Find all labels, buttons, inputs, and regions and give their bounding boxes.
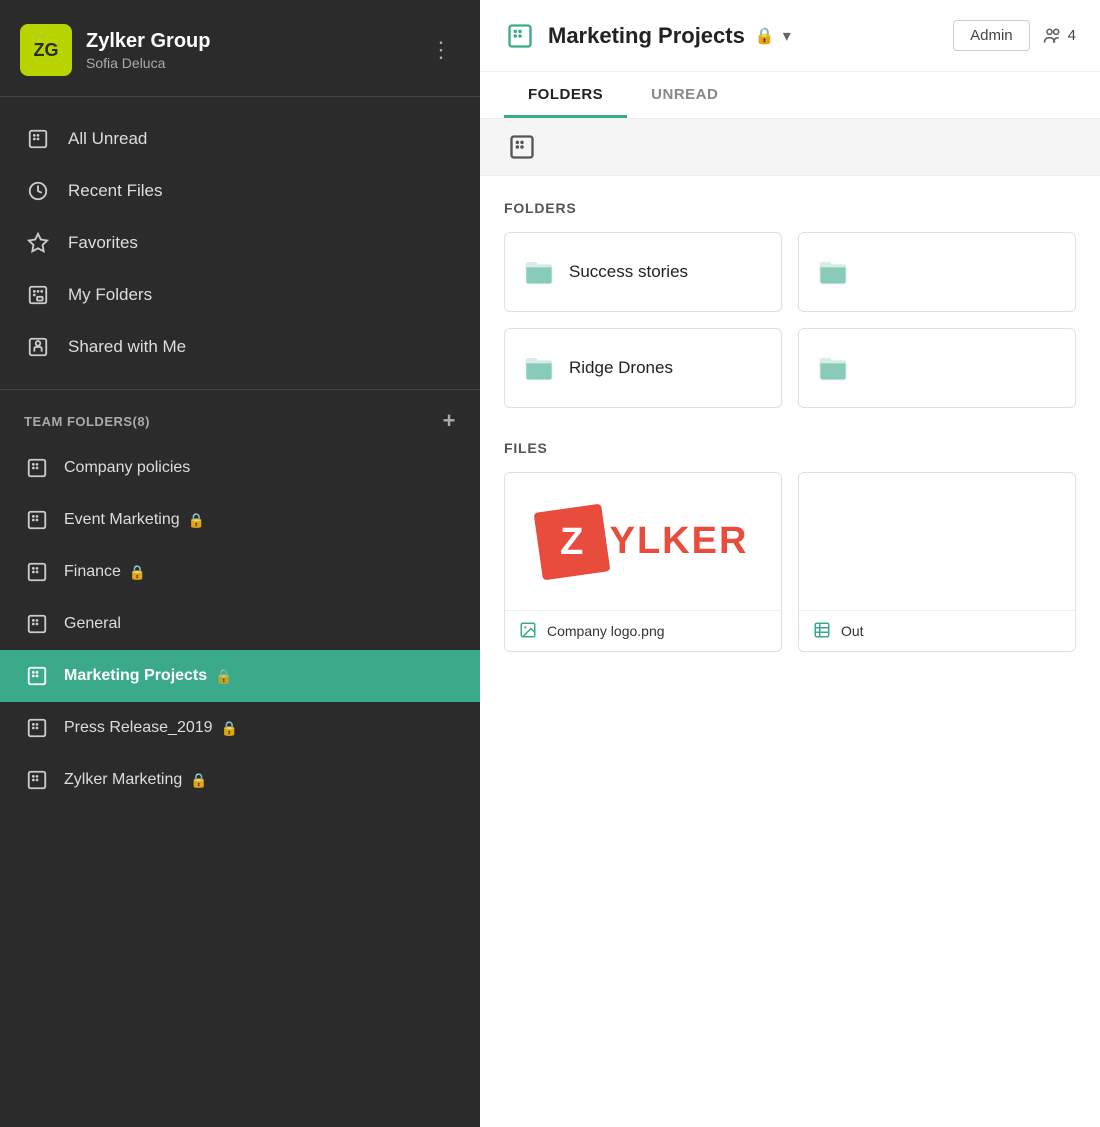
file-name-bar-2: Out [799, 610, 1075, 651]
file-thumbnail: Z YLKER [505, 473, 781, 610]
zylker-z-letter: Z [560, 520, 583, 563]
company-policies-label: Company policies [64, 459, 190, 477]
team-folder-icon-active [24, 663, 50, 689]
lock-icon: 🔒 [188, 512, 205, 529]
content-area: FOLDERS Success stories [480, 176, 1100, 1127]
folder-card-2[interactable] [798, 232, 1076, 312]
file-2-name: Out [841, 623, 864, 639]
marketing-projects-label: Marketing Projects [64, 667, 207, 685]
page-title: Marketing Projects [548, 23, 745, 49]
zylker-logo: Z YLKER [538, 508, 749, 576]
folder-card-icon [523, 256, 555, 288]
lock-icon: 🔒 [221, 720, 238, 737]
folder-card-ridge-drones[interactable]: Ridge Drones [504, 328, 782, 408]
press-release-label: Press Release_2019 [64, 719, 213, 737]
lock-icon: 🔒 [129, 564, 146, 581]
team-folder-icon [24, 507, 50, 533]
file-name-bar: Company logo.png [505, 610, 781, 651]
folders-grid: Success stories Ridge [504, 232, 1076, 408]
star-icon [24, 229, 52, 257]
sidebar-item-marketing-projects[interactable]: Marketing Projects 🔒 [0, 650, 480, 702]
inbox-icon [24, 125, 52, 153]
main-header: Marketing Projects 🔒 ▾ Admin 4 [480, 0, 1100, 72]
zylker-z-box: Z [533, 503, 610, 580]
folder-card-4[interactable] [798, 328, 1076, 408]
shared-icon [24, 333, 52, 361]
shared-with-me-label: Shared with Me [68, 337, 186, 357]
team-folder-icon [24, 455, 50, 481]
file-card-company-logo[interactable]: Z YLKER Company logo.png [504, 472, 782, 652]
general-label: General [64, 615, 121, 633]
workspace-name: Zylker Group [86, 30, 422, 53]
main-content: Marketing Projects 🔒 ▾ Admin 4 FOLDERS U… [480, 0, 1100, 1127]
sidebar-item-recent-files[interactable]: Recent Files [0, 165, 480, 217]
sidebar-navigation: All Unread Recent Files Favorites [0, 97, 480, 390]
more-options-button[interactable]: ⋮ [422, 33, 460, 67]
zylker-marketing-label: Zylker Marketing [64, 771, 182, 789]
finance-label: Finance [64, 563, 121, 581]
file-name-text: Company logo.png [547, 623, 665, 639]
zylker-text: YLKER [610, 520, 749, 563]
image-file-icon [519, 621, 539, 641]
sidebar-item-general[interactable]: General [0, 598, 480, 650]
admin-badge[interactable]: Admin [953, 20, 1030, 51]
folder-card-icon [523, 352, 555, 384]
success-stories-name: Success stories [569, 262, 688, 282]
tab-unread[interactable]: UNREAD [627, 72, 742, 118]
sidebar-item-my-folders[interactable]: My Folders [0, 269, 480, 321]
ridge-drones-name: Ridge Drones [569, 358, 673, 378]
tab-folders[interactable]: FOLDERS [504, 72, 627, 118]
team-folder-icon [24, 611, 50, 637]
header-actions: Admin 4 [953, 20, 1076, 51]
workspace-user: Sofia Deluca [86, 55, 422, 71]
lock-icon: 🔒 [190, 772, 207, 789]
workspace-info: Zylker Group Sofia Deluca [86, 30, 422, 71]
folder-card-icon [817, 256, 849, 288]
add-team-folder-button[interactable]: + [443, 408, 456, 434]
title-chevron-icon[interactable]: ▾ [783, 26, 791, 46]
team-folder-icon [24, 715, 50, 741]
workspace-avatar: ZG [20, 24, 72, 76]
sidebar-item-press-release[interactable]: Press Release_2019 🔒 [0, 702, 480, 754]
sidebar-header: ZG Zylker Group Sofia Deluca ⋮ [0, 0, 480, 97]
toolbar-folder-icon[interactable] [504, 129, 540, 165]
my-folders-label: My Folders [68, 285, 152, 305]
recent-files-label: Recent Files [68, 181, 162, 201]
lock-icon: 🔒 [215, 668, 232, 685]
team-folder-icon [24, 559, 50, 585]
team-folder-icon [24, 767, 50, 793]
event-marketing-label: Event Marketing [64, 511, 180, 529]
members-count: 4 [1068, 27, 1076, 44]
sidebar-item-all-unread[interactable]: All Unread [0, 113, 480, 165]
title-lock-icon: 🔒 [755, 26, 775, 46]
sidebar-item-event-marketing[interactable]: Event Marketing 🔒 [0, 494, 480, 546]
files-grid: Z YLKER Company logo.png [504, 472, 1076, 652]
folder-card-icon [817, 352, 849, 384]
folders-section-label: FOLDERS [504, 200, 1076, 216]
favorites-label: Favorites [68, 233, 138, 253]
my-folders-icon [24, 281, 52, 309]
clock-icon [24, 177, 52, 205]
team-folders-header: TEAM FOLDERS(8) + [0, 390, 480, 442]
folder-icon [504, 20, 536, 52]
file-thumbnail-2 [799, 473, 1075, 610]
folder-card-success-stories[interactable]: Success stories [504, 232, 782, 312]
tabs-bar: FOLDERS UNREAD [480, 72, 1100, 119]
members-badge[interactable]: 4 [1042, 26, 1076, 46]
all-unread-label: All Unread [68, 129, 147, 149]
sidebar-item-finance[interactable]: Finance 🔒 [0, 546, 480, 598]
spreadsheet-file-icon [813, 621, 833, 641]
sidebar-item-shared-with-me[interactable]: Shared with Me [0, 321, 480, 373]
toolbar [480, 119, 1100, 176]
files-section-label: FILES [504, 440, 1076, 456]
sidebar-item-zylker-marketing[interactable]: Zylker Marketing 🔒 [0, 754, 480, 806]
sidebar-item-favorites[interactable]: Favorites [0, 217, 480, 269]
sidebar-item-company-policies[interactable]: Company policies [0, 442, 480, 494]
sidebar: ZG Zylker Group Sofia Deluca ⋮ All Unrea… [0, 0, 480, 1127]
file-card-2[interactable]: Out [798, 472, 1076, 652]
team-folders-label: TEAM FOLDERS(8) [24, 414, 150, 429]
